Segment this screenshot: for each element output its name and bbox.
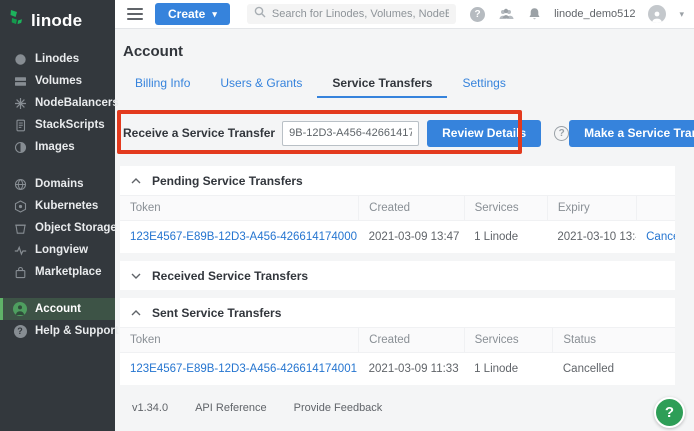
main-content: Account Billing Info Users & Grants Serv… [115,29,694,431]
sidebar-item-volumes[interactable]: Volumes [0,70,115,92]
api-reference-link[interactable]: API Reference [195,402,267,414]
sidebar-group-services: Domains Kubernetes Object Storage Longvi… [0,173,115,283]
help-chat-bubble[interactable]: ? [654,397,685,428]
notifications-bell-icon[interactable] [528,7,541,21]
volumes-icon [13,74,27,88]
linodes-icon [13,52,27,66]
column-header-expiry: Expiry [547,196,636,221]
chevron-up-icon [131,178,141,184]
topbar: Create ▾ ? linode_demo512 ▾ [115,0,694,29]
pending-token-link[interactable]: 123E4567-E89B-12D3-A456-426614174000 [130,231,357,243]
cancel-transfer-link[interactable]: Cancel [646,231,675,243]
sent-token-link[interactable]: 123E4567-E89B-12D3-A456-426614174001 [130,363,357,375]
sidebar-item-linodes[interactable]: Linodes [0,48,115,70]
column-header-created: Created [359,328,464,353]
table-row: 123E4567-E89B-12D3-A456-426614174001 202… [120,353,675,386]
column-header-token: Token [120,196,359,221]
make-service-transfer-button[interactable]: Make a Service Transfer [569,120,694,147]
linode-logo-text: linode [31,11,82,31]
tab-billing-info[interactable]: Billing Info [120,69,205,98]
tab-service-transfers[interactable]: Service Transfers [317,69,447,98]
account-icon [13,302,27,316]
chevron-down-icon: ▾ [212,9,217,20]
sidebar-item-nodebalancers[interactable]: NodeBalancers [0,92,115,114]
domains-icon [13,177,27,191]
column-header-services: Services [464,328,553,353]
sidebar-item-longview[interactable]: Longview [0,239,115,261]
version-label[interactable]: v1.34.0 [132,402,168,414]
account-tabs: Billing Info Users & Grants Service Tran… [120,69,675,98]
search-bar[interactable] [247,4,456,24]
pending-services-cell: 1 Linode [464,221,547,254]
transfer-help-tooltip-icon[interactable]: ? [554,126,569,141]
receive-transfer-label: Receive a Service Transfer [123,126,275,140]
question-icon: ? [665,404,674,421]
pending-transfers-section: Pending Service Transfers Token Created … [120,166,675,253]
nodebalancers-icon [13,96,27,110]
help-center-icon[interactable]: ? [470,7,485,22]
sidebar-item-help-support[interactable]: ? Help & Support [0,320,115,342]
community-icon[interactable] [498,8,515,21]
stackscripts-icon [13,118,27,132]
longview-icon [13,243,27,257]
sent-transfers-section: Sent Service Transfers Token Created Ser… [120,298,675,385]
page-title: Account [123,43,675,60]
pending-section-toggle[interactable]: Pending Service Transfers [120,166,675,195]
sent-status-cell: Cancelled [553,353,675,386]
linode-logo-icon [9,9,25,32]
pending-transfers-table: Token Created Services Expiry 123E4567-E… [120,195,675,253]
object-storage-icon [13,221,27,235]
sent-services-cell: 1 Linode [464,353,553,386]
received-section-toggle[interactable]: Received Service Transfers [120,261,675,290]
column-header-actions [636,196,675,221]
sidebar-item-domains[interactable]: Domains [0,173,115,195]
topbar-actions: ? linode_demo512 ▾ [470,5,684,23]
account-menu-chevron-icon[interactable]: ▾ [679,9,684,20]
sent-created-cell: 2021-03-09 11:33 [359,353,464,386]
avatar[interactable] [648,5,666,23]
receive-transfer-row: Receive a Service Transfer Review Detail… [123,119,675,147]
table-header-row: Token Created Services Expiry [120,196,675,221]
sent-section-toggle[interactable]: Sent Service Transfers [120,298,675,327]
search-icon [254,5,266,23]
footer: v1.34.0 API Reference Provide Feedback [132,402,675,414]
column-header-token: Token [120,328,359,353]
provide-feedback-link[interactable]: Provide Feedback [294,402,383,414]
column-header-services: Services [464,196,547,221]
kubernetes-icon [13,199,27,213]
linode-logo[interactable]: linode [0,0,115,48]
username[interactable]: linode_demo512 [554,8,635,20]
table-row: 123E4567-E89B-12D3-A456-426614174000 202… [120,221,675,254]
sidebar-group-compute: Linodes Volumes NodeBalancers StackScrip… [0,48,115,158]
create-button[interactable]: Create ▾ [155,3,230,25]
sidebar-item-images[interactable]: Images [0,136,115,158]
sidebar-item-stackscripts[interactable]: StackScripts [0,114,115,136]
marketplace-icon [13,265,27,279]
tab-users-grants[interactable]: Users & Grants [205,69,317,98]
transfer-token-input[interactable] [282,121,419,146]
sidebar-item-account[interactable]: Account [0,298,115,320]
chevron-down-icon [131,273,141,279]
sidebar: linode Linodes Volumes NodeBalancers Sta… [0,0,115,431]
pending-created-cell: 2021-03-09 13:47 [359,221,464,254]
chevron-up-icon [131,310,141,316]
sent-transfers-table: Token Created Services Status 123E4567-E… [120,327,675,385]
column-header-status: Status [553,328,675,353]
pending-expiry-cell: 2021-03-10 13:47 [547,221,636,254]
images-icon [13,140,27,154]
review-details-button[interactable]: Review Details [427,120,541,147]
menu-toggle-icon[interactable] [127,8,143,20]
sidebar-group-account: Account ? Help & Support [0,298,115,342]
help-icon: ? [13,324,27,338]
table-header-row: Token Created Services Status [120,328,675,353]
search-input[interactable] [272,8,449,20]
sidebar-item-object-storage[interactable]: Object Storage [0,217,115,239]
tab-settings[interactable]: Settings [447,69,520,98]
linode-cloud-manager: linode Linodes Volumes NodeBalancers Sta… [0,0,694,431]
received-transfers-section: Received Service Transfers [120,261,675,290]
column-header-created: Created [359,196,464,221]
sidebar-item-kubernetes[interactable]: Kubernetes [0,195,115,217]
sidebar-item-marketplace[interactable]: Marketplace [0,261,115,283]
